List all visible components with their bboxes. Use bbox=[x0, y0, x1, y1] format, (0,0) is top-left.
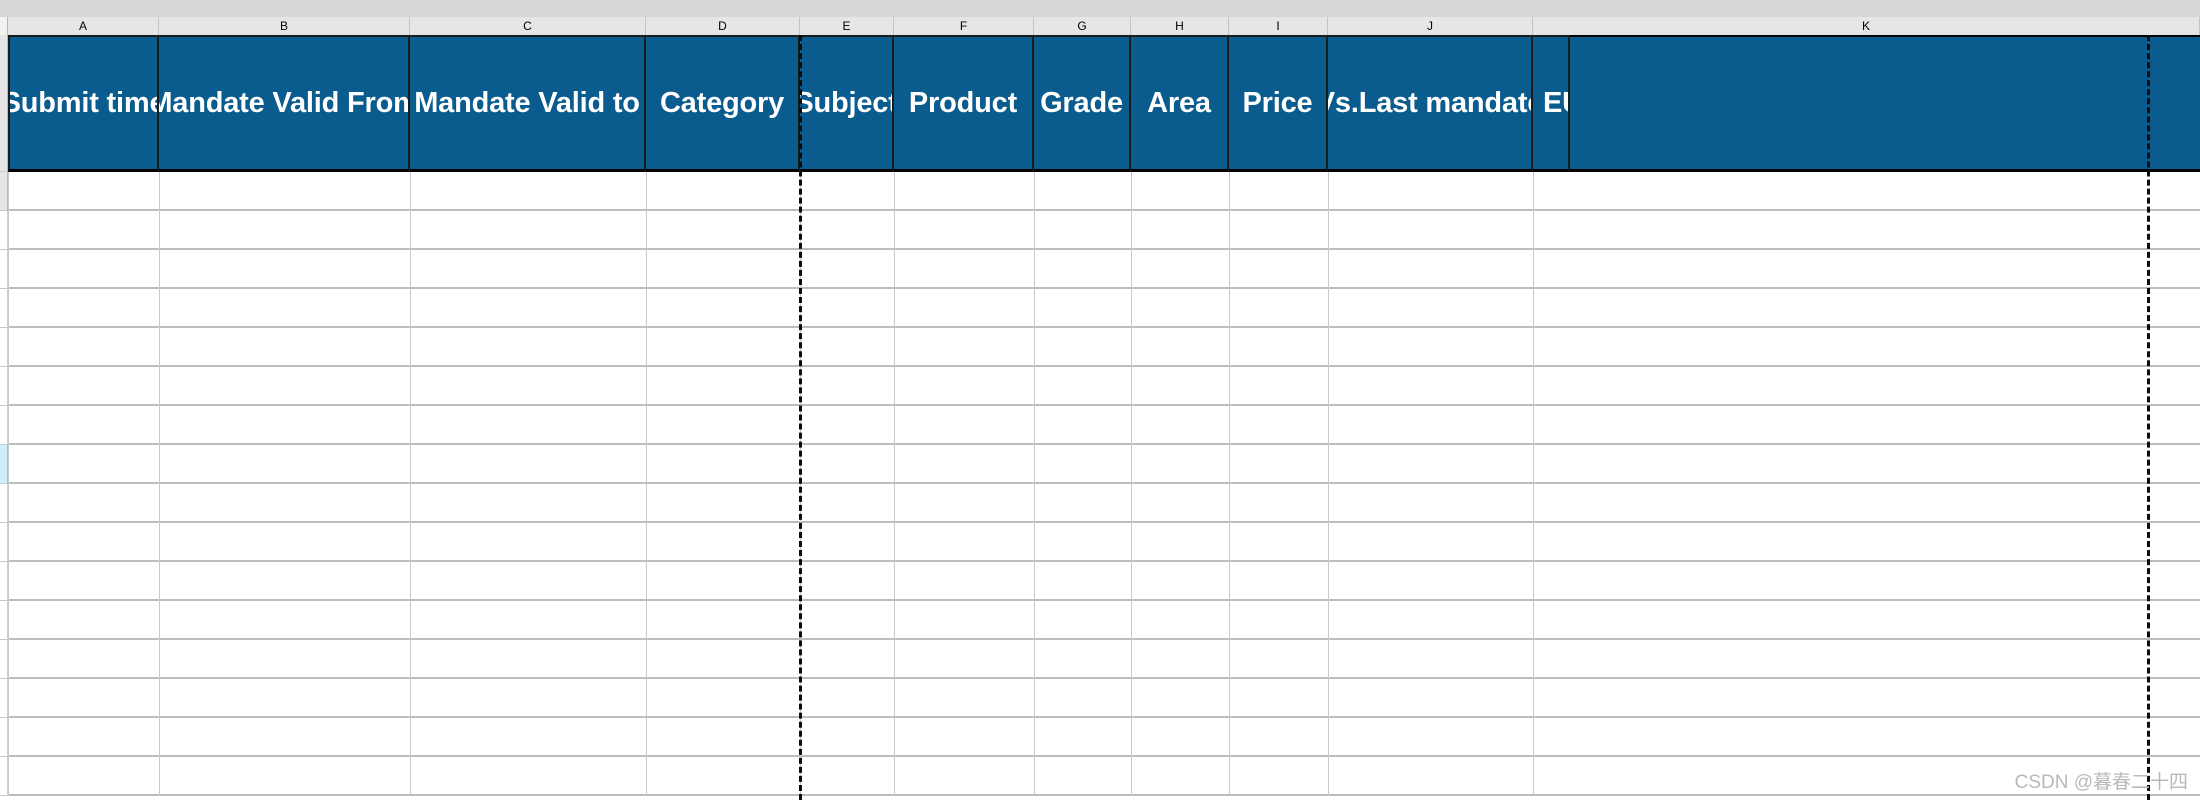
column-divider-i bbox=[1328, 172, 1329, 796]
table-row[interactable] bbox=[8, 367, 2200, 406]
row-header-2[interactable] bbox=[0, 172, 8, 211]
row-header-4[interactable] bbox=[0, 250, 8, 289]
column-header-label: Submit time bbox=[8, 86, 159, 119]
column-header-label: Area bbox=[1147, 86, 1211, 119]
column-header-d[interactable]: Category bbox=[646, 35, 800, 172]
row-header-14[interactable] bbox=[0, 640, 8, 679]
row-header-9[interactable] bbox=[0, 445, 8, 484]
column-header-f[interactable]: Product bbox=[894, 35, 1034, 172]
spreadsheet-canvas[interactable]: Submit time Mandate Valid From Mandate Val… bbox=[0, 0, 2200, 800]
table-row[interactable] bbox=[8, 523, 2200, 562]
table-row[interactable] bbox=[8, 601, 2200, 640]
table-row[interactable] bbox=[8, 211, 2200, 250]
table-row[interactable] bbox=[8, 640, 2200, 679]
column-letter-e[interactable]: E bbox=[800, 17, 894, 35]
row-header-10[interactable] bbox=[0, 484, 8, 523]
row-header-3[interactable] bbox=[0, 211, 8, 250]
row-header-7[interactable] bbox=[0, 367, 8, 406]
column-header-k[interactable]: EU bbox=[1533, 35, 1570, 172]
row-header-15[interactable] bbox=[0, 679, 8, 718]
row-header-1[interactable] bbox=[0, 35, 8, 172]
row-header-8[interactable] bbox=[0, 406, 8, 445]
row-header-13[interactable] bbox=[0, 601, 8, 640]
column-letter-a[interactable]: A bbox=[8, 17, 159, 35]
column-header-h[interactable]: Area bbox=[1131, 35, 1229, 172]
select-all-corner[interactable] bbox=[0, 17, 8, 35]
row-header-5[interactable] bbox=[0, 289, 8, 328]
column-header-i[interactable]: Price bbox=[1229, 35, 1328, 172]
column-header-c[interactable]: Mandate Valid to bbox=[410, 35, 646, 172]
column-divider-e bbox=[894, 172, 895, 796]
table-row[interactable] bbox=[8, 406, 2200, 445]
row-header-11[interactable] bbox=[0, 523, 8, 562]
column-header-label: Vs.Last mandate bbox=[1328, 86, 1533, 119]
row-header-6[interactable] bbox=[0, 328, 8, 367]
column-divider-f bbox=[1034, 172, 1035, 796]
table-row[interactable] bbox=[8, 172, 2200, 211]
table-row[interactable] bbox=[8, 289, 2200, 328]
table-row[interactable] bbox=[8, 328, 2200, 367]
table-row[interactable] bbox=[8, 445, 2200, 484]
table-row[interactable] bbox=[8, 757, 2200, 796]
column-divider-b bbox=[410, 172, 411, 796]
table-row[interactable] bbox=[8, 250, 2200, 289]
column-letter-h[interactable]: H bbox=[1131, 17, 1229, 35]
row-header-12[interactable] bbox=[0, 562, 8, 601]
table-row[interactable] bbox=[8, 718, 2200, 757]
table-row[interactable] bbox=[8, 679, 2200, 718]
watermark: CSDN @暮春二十四 bbox=[2014, 772, 2188, 793]
column-header-label: EU bbox=[1543, 86, 1568, 119]
column-letter-c[interactable]: C bbox=[410, 17, 646, 35]
column-header-e[interactable]: Subject bbox=[800, 35, 894, 172]
column-divider-g bbox=[1131, 172, 1132, 796]
row-header-16[interactable] bbox=[0, 718, 8, 757]
column-divider-h bbox=[1229, 172, 1230, 796]
column-letter-k[interactable]: K bbox=[1533, 17, 2200, 35]
column-header-label: Mandate Valid From bbox=[159, 86, 410, 119]
table-row[interactable] bbox=[8, 562, 2200, 601]
top-band bbox=[0, 0, 2200, 17]
table-row[interactable] bbox=[8, 484, 2200, 523]
row-header-17[interactable] bbox=[0, 757, 8, 796]
column-header-label: Mandate Valid to bbox=[414, 86, 640, 119]
column-letter-g[interactable]: G bbox=[1034, 17, 1131, 35]
column-header-label: Product bbox=[908, 86, 1018, 119]
column-letter-f[interactable]: F bbox=[894, 17, 1034, 35]
column-header-label: Subject bbox=[800, 86, 894, 119]
column-header-label: Price bbox=[1242, 86, 1313, 119]
column-divider-j bbox=[1533, 172, 1534, 796]
column-header-b[interactable]: Mandate Valid From bbox=[159, 35, 410, 172]
column-header-a[interactable]: Submit time bbox=[8, 35, 159, 172]
column-header-label: Grade bbox=[1040, 86, 1123, 119]
column-header-g[interactable]: Grade bbox=[1034, 35, 1131, 172]
column-letter-i[interactable]: I bbox=[1229, 17, 1328, 35]
column-header-j[interactable]: Vs.Last mandate bbox=[1328, 35, 1533, 172]
column-header-label: Category bbox=[659, 86, 785, 119]
column-letter-j[interactable]: J bbox=[1328, 17, 1533, 35]
column-divider-c bbox=[646, 172, 647, 796]
column-letter-d[interactable]: D bbox=[646, 17, 800, 35]
column-letter-b[interactable]: B bbox=[159, 17, 410, 35]
column-divider-a bbox=[159, 172, 160, 796]
column-divider-d bbox=[800, 172, 801, 796]
column-divider-left bbox=[8, 172, 9, 796]
